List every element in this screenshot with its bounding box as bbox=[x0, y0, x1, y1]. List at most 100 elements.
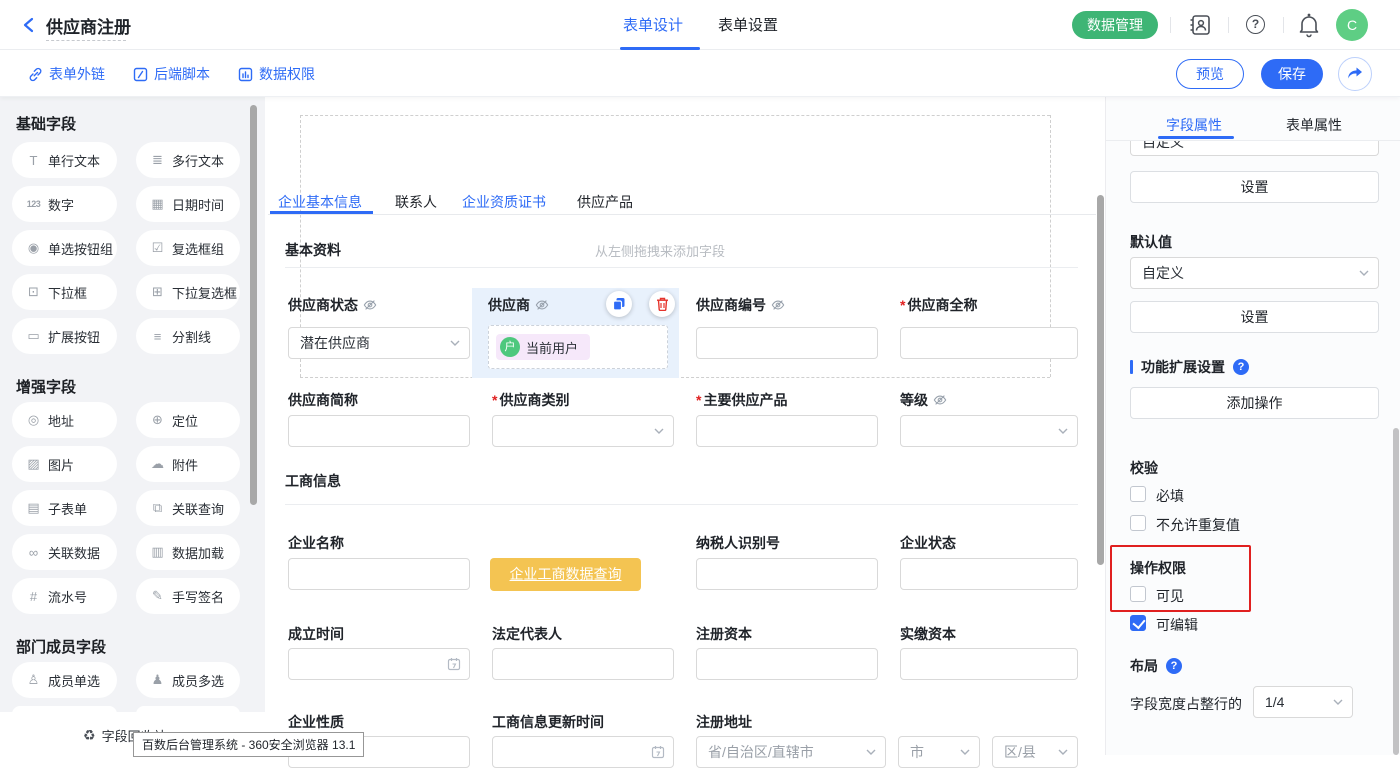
chevron-down-icon bbox=[450, 340, 460, 346]
delete-field-button[interactable] bbox=[649, 291, 675, 317]
field-item-member-multi[interactable]: ♟成员多选 bbox=[136, 662, 240, 698]
separator bbox=[1170, 17, 1171, 33]
add-action-button[interactable]: 添加操作 bbox=[1130, 387, 1379, 419]
supplier-status-select[interactable]: 潜在供应商 bbox=[288, 327, 470, 359]
info-update-time-input[interactable] bbox=[492, 736, 674, 768]
notification-bell-icon[interactable] bbox=[1297, 12, 1321, 38]
legal-person-input[interactable] bbox=[492, 648, 674, 680]
form-tab-company-info[interactable]: 企业基本信息 bbox=[278, 192, 362, 212]
field-item-multi-dropdown[interactable]: ⊞下拉复选框 bbox=[136, 274, 240, 310]
canvas-scrollbar[interactable] bbox=[1097, 195, 1104, 565]
settings-button-2[interactable]: 设置 bbox=[1130, 301, 1379, 333]
copy-icon bbox=[612, 297, 626, 311]
help-icon[interactable]: ? bbox=[1166, 658, 1182, 674]
required-checkbox-label[interactable]: 必填 bbox=[1156, 486, 1184, 506]
main-products-input[interactable] bbox=[696, 415, 878, 447]
field-item-divider[interactable]: ≡分割线 bbox=[136, 318, 240, 354]
supplier-category-select[interactable] bbox=[492, 415, 674, 447]
default-value-label: 默认值 bbox=[1130, 232, 1172, 252]
field-item-attachment[interactable]: ☁附件 bbox=[136, 446, 240, 482]
company-status-input[interactable] bbox=[900, 558, 1078, 590]
radio-icon: ◉ bbox=[25, 240, 42, 256]
selected-field-supplier[interactable]: 供应商 户 当前用户 bbox=[472, 288, 679, 378]
share-button[interactable] bbox=[1338, 57, 1372, 91]
tab-form-settings[interactable]: 表单设置 bbox=[718, 14, 778, 35]
tab-form-design[interactable]: 表单设计 bbox=[623, 14, 683, 35]
data-manage-button[interactable]: 数据管理 bbox=[1072, 11, 1158, 39]
business-data-query-button[interactable]: 企业工商数据查询 bbox=[490, 558, 641, 591]
supplier-shortname-label: 供应商简称 bbox=[288, 390, 358, 410]
form-tab-products[interactable]: 供应产品 bbox=[577, 192, 633, 212]
multi-dropdown-icon: ⊞ bbox=[149, 284, 166, 300]
dropdown-icon: ⊡ bbox=[25, 284, 42, 300]
backend-script-label: 后端脚本 bbox=[154, 64, 210, 84]
save-button[interactable]: 保存 bbox=[1261, 59, 1323, 89]
settings-button-1[interactable]: 设置 bbox=[1130, 171, 1379, 203]
no-duplicate-checkbox[interactable] bbox=[1130, 515, 1146, 531]
field-item-radio-group[interactable]: ◉单选按钮组 bbox=[12, 230, 117, 266]
field-item-checkbox-group[interactable]: ☑复选框组 bbox=[136, 230, 240, 266]
editable-checkbox-label[interactable]: 可编辑 bbox=[1156, 615, 1198, 635]
panel-scrollbar[interactable] bbox=[1393, 428, 1399, 755]
preview-button[interactable]: 预览 bbox=[1176, 59, 1244, 89]
district-select[interactable]: 区/县 bbox=[992, 736, 1078, 768]
registered-capital-input[interactable] bbox=[696, 648, 878, 680]
visible-checkbox-label[interactable]: 可见 bbox=[1156, 586, 1184, 606]
paid-capital-input[interactable] bbox=[900, 648, 1078, 680]
clipped-select[interactable]: 自定义 bbox=[1130, 141, 1379, 156]
company-name-input[interactable] bbox=[288, 558, 470, 590]
form-tab-qualification[interactable]: 企业资质证书 bbox=[462, 192, 546, 212]
field-item-member-single[interactable]: ♙成员单选 bbox=[12, 662, 117, 698]
supplier-default-input[interactable]: 户 当前用户 bbox=[488, 325, 668, 369]
field-item-image[interactable]: ▨图片 bbox=[12, 446, 117, 482]
field-item-single-text[interactable]: T单行文本 bbox=[12, 142, 117, 178]
back-icon[interactable] bbox=[22, 17, 36, 33]
data-permission-link[interactable]: 数据权限 bbox=[238, 64, 315, 84]
tab-field-properties[interactable]: 字段属性 bbox=[1166, 115, 1222, 135]
establish-date-input[interactable] bbox=[288, 648, 470, 680]
field-item-dropdown[interactable]: ⊡下拉框 bbox=[12, 274, 117, 310]
supplier-shortname-input[interactable] bbox=[288, 415, 470, 447]
supplier-fullname-input[interactable] bbox=[900, 327, 1078, 359]
no-duplicate-checkbox-label[interactable]: 不允许重复值 bbox=[1156, 515, 1240, 535]
help-icon[interactable]: ? bbox=[1246, 15, 1265, 34]
supplier-code-input[interactable] bbox=[696, 327, 878, 359]
form-external-link[interactable]: 表单外链 bbox=[28, 64, 105, 84]
supplier-fullname-label: *供应商全称 bbox=[900, 295, 977, 315]
paid-capital-label: 实缴资本 bbox=[900, 624, 956, 644]
default-value-select[interactable]: 自定义 bbox=[1130, 257, 1379, 289]
field-item-location[interactable]: ⊕定位 bbox=[136, 402, 240, 438]
subform-icon: ▤ bbox=[25, 500, 42, 516]
required-checkbox[interactable] bbox=[1130, 486, 1146, 502]
chevron-down-icon bbox=[960, 749, 970, 755]
field-item-extend-button[interactable]: ▭扩展按钮 bbox=[12, 318, 117, 354]
form-tab-contacts[interactable]: 联系人 bbox=[395, 192, 437, 212]
tax-id-label: 纳税人识别号 bbox=[696, 533, 780, 553]
editable-checkbox[interactable] bbox=[1130, 615, 1146, 631]
calendar-icon bbox=[651, 745, 665, 759]
field-item-multi-text[interactable]: ≣多行文本 bbox=[136, 142, 240, 178]
tab-form-properties[interactable]: 表单属性 bbox=[1286, 115, 1342, 135]
backend-script-link[interactable]: 后端脚本 bbox=[133, 64, 210, 84]
field-item-number[interactable]: 123数字 bbox=[12, 186, 117, 222]
field-item-data-load[interactable]: ▥数据加载 bbox=[136, 534, 240, 570]
field-item-datetime[interactable]: ▦日期时间 bbox=[136, 186, 240, 222]
sidebar-scrollbar[interactable] bbox=[250, 105, 257, 505]
province-select[interactable]: 省/自治区/直辖市 bbox=[696, 736, 886, 768]
field-item-relation-query[interactable]: ⧉关联查询 bbox=[136, 490, 240, 526]
level-select[interactable] bbox=[900, 415, 1078, 447]
field-item-serial-number[interactable]: #流水号 bbox=[12, 578, 117, 614]
copy-field-button[interactable] bbox=[606, 291, 632, 317]
field-item-subform[interactable]: ▤子表单 bbox=[12, 490, 117, 526]
field-item-signature[interactable]: ✎手写签名 bbox=[136, 578, 240, 614]
tax-id-input[interactable] bbox=[696, 558, 878, 590]
city-select[interactable]: 市 bbox=[898, 736, 980, 768]
user-avatar[interactable]: C bbox=[1336, 9, 1368, 41]
visible-checkbox[interactable] bbox=[1130, 586, 1146, 602]
field-item-relation-data[interactable]: ∞关联数据 bbox=[12, 534, 117, 570]
field-item-address[interactable]: ◎地址 bbox=[12, 402, 117, 438]
contact-book-icon[interactable] bbox=[1188, 13, 1212, 37]
help-icon[interactable]: ? bbox=[1233, 359, 1249, 375]
current-user-tag[interactable]: 户 当前用户 bbox=[496, 334, 590, 360]
field-width-select[interactable]: 1/4 bbox=[1253, 686, 1353, 718]
